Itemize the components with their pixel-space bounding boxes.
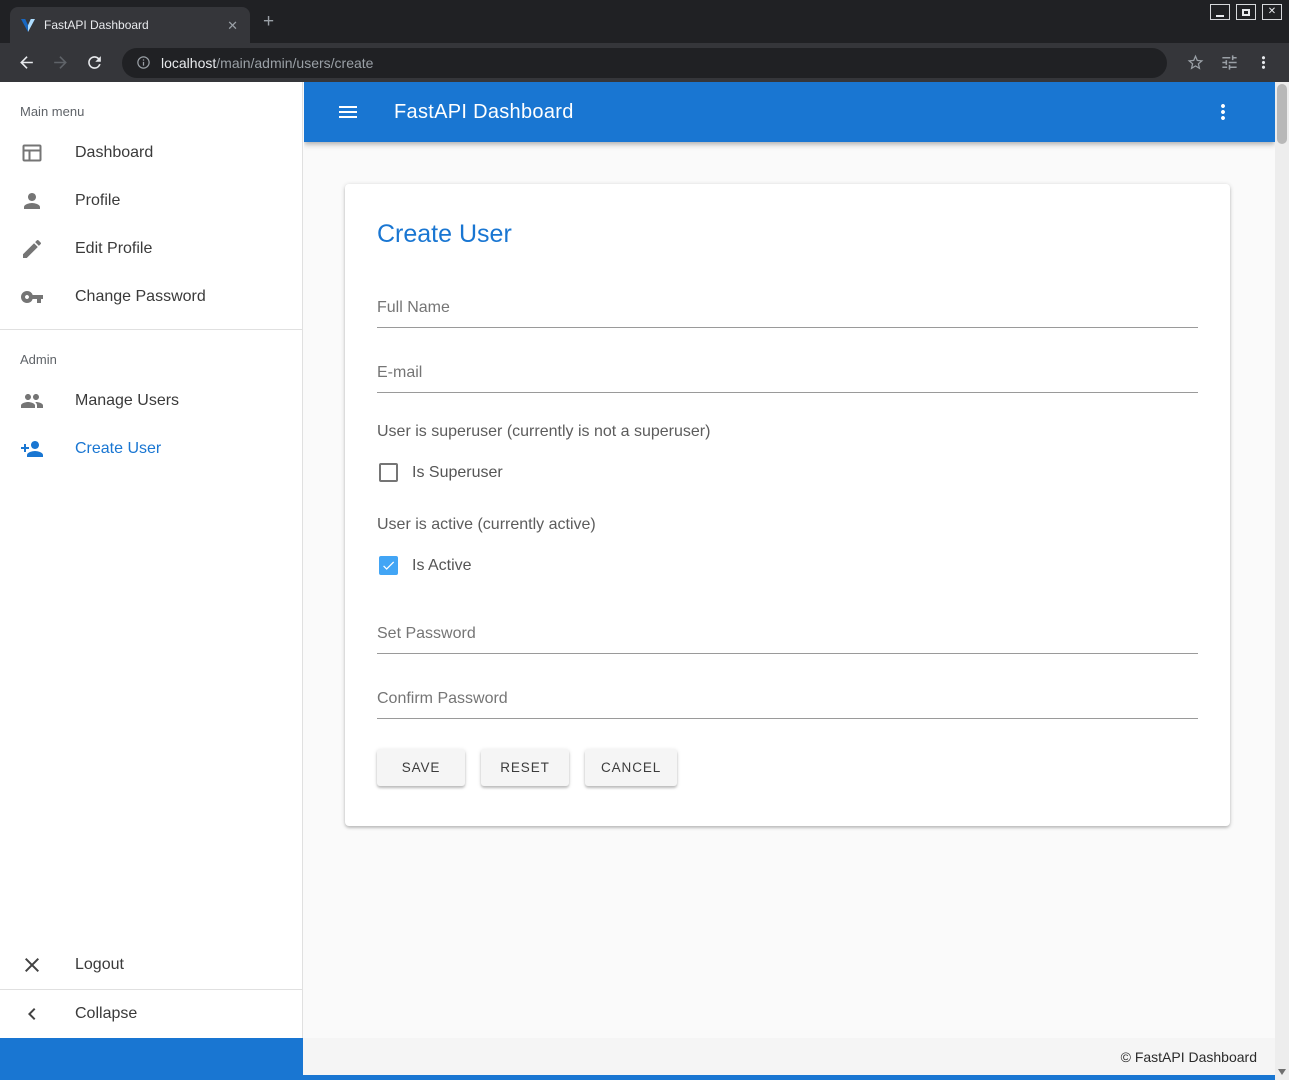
full-name-field (377, 293, 1198, 328)
sidebar-section-admin: Admin (0, 330, 302, 377)
app-bar: FastAPI Dashboard (304, 82, 1275, 142)
sidebar-section-main-menu: Main menu (0, 82, 302, 129)
email-input[interactable] (377, 358, 1198, 393)
appbar-title: FastAPI Dashboard (394, 101, 1205, 124)
browser-toolbar: localhost/main/admin/users/create (0, 43, 1289, 82)
kebab-menu-icon (1254, 53, 1273, 72)
main-area: FastAPI Dashboard Create User User is su… (304, 82, 1275, 1038)
extension-button[interactable] (1215, 49, 1243, 77)
url-path: /main/admin/users/create (216, 55, 373, 71)
url-host: localhost (161, 55, 216, 71)
sidebar-item-profile[interactable]: Profile (0, 177, 302, 225)
sidebar-item-label: Change Password (75, 288, 206, 306)
browser-titlebar: FastAPI Dashboard ✕ + ✕ (0, 0, 1289, 43)
set-password-input[interactable] (377, 619, 1198, 654)
back-button[interactable] (12, 49, 40, 77)
save-button[interactable]: SAVE (377, 749, 465, 786)
email-field (377, 358, 1198, 393)
superuser-hint: User is superuser (currently is not a su… (377, 423, 1198, 441)
sidebar-item-label: Edit Profile (75, 240, 152, 258)
page-content: Main menu Dashboard Profile Edit Profile… (0, 82, 1289, 1080)
confirm-password-field (377, 684, 1198, 719)
sidebar-item-manage-users[interactable]: Manage Users (0, 377, 302, 425)
vuetify-logo-icon (20, 17, 36, 33)
superuser-checkbox-label: Is Superuser (412, 464, 503, 482)
footer-bar: © FastAPI Dashboard (303, 1038, 1275, 1075)
sidebar-item-collapse[interactable]: Collapse (0, 990, 302, 1038)
sidebar-item-dashboard[interactable]: Dashboard (0, 129, 302, 177)
dashboard-icon (20, 141, 44, 165)
extension-icon (1220, 53, 1239, 72)
sidebar-item-edit-profile[interactable]: Edit Profile (0, 225, 302, 273)
sidebar-item-label: Collapse (75, 1005, 137, 1023)
sidebar-item-logout[interactable]: Logout (0, 941, 302, 989)
forward-arrow-icon (51, 53, 70, 72)
window-maximize-button[interactable] (1236, 4, 1256, 20)
sidebar-item-label: Create User (75, 440, 161, 458)
sidebar-item-label: Profile (75, 192, 120, 210)
app-footer: © FastAPI Dashboard (0, 1038, 1275, 1080)
active-checkbox-label: Is Active (412, 557, 472, 575)
cancel-button[interactable]: CANCEL (585, 749, 677, 786)
people-icon (20, 389, 44, 413)
window-controls: ✕ (1210, 4, 1282, 20)
kebab-menu-icon (1211, 100, 1235, 124)
sidebar: Main menu Dashboard Profile Edit Profile… (0, 82, 303, 1038)
new-tab-button[interactable]: + (263, 12, 274, 31)
scrollbar-down-arrow-icon[interactable] (1278, 1069, 1286, 1075)
form-actions: SAVE RESET CANCEL (377, 749, 1198, 786)
sidebar-spacer (0, 473, 302, 941)
site-info-icon[interactable] (136, 55, 151, 70)
sidebar-item-change-password[interactable]: Change Password (0, 273, 302, 321)
window-minimize-button[interactable] (1210, 4, 1230, 20)
reload-icon (85, 53, 104, 72)
address-bar[interactable]: localhost/main/admin/users/create (122, 48, 1167, 78)
create-user-card: Create User User is superuser (currently… (345, 184, 1230, 826)
hamburger-icon (336, 100, 360, 124)
confirm-password-input[interactable] (377, 684, 1198, 719)
person-icon (20, 189, 44, 213)
reset-button[interactable]: RESET (481, 749, 569, 786)
tab-close-icon[interactable]: ✕ (225, 17, 240, 34)
check-icon (381, 558, 396, 573)
tab-title: FastAPI Dashboard (44, 18, 217, 32)
reload-button[interactable] (80, 49, 108, 77)
vertical-scrollbar[interactable] (1275, 82, 1289, 1080)
browser-tab[interactable]: FastAPI Dashboard ✕ (10, 7, 250, 43)
window-close-button[interactable]: ✕ (1262, 4, 1282, 20)
sidebar-item-label: Manage Users (75, 392, 179, 410)
appbar-menu-button[interactable] (1205, 94, 1241, 130)
sidebar-item-label: Logout (75, 956, 124, 974)
url-text: localhost/main/admin/users/create (161, 55, 373, 71)
bookmark-button[interactable] (1181, 49, 1209, 77)
back-arrow-icon (17, 53, 36, 72)
page-title: Create User (377, 220, 1198, 249)
person-add-icon (20, 437, 44, 461)
forward-button[interactable] (46, 49, 74, 77)
key-icon (20, 285, 44, 309)
sidebar-item-label: Dashboard (75, 144, 153, 162)
scrollbar-thumb[interactable] (1277, 84, 1287, 144)
full-name-input[interactable] (377, 293, 1198, 328)
pencil-icon (20, 237, 44, 261)
superuser-checkbox[interactable] (379, 463, 398, 482)
set-password-field (377, 619, 1198, 654)
browser-menu-button[interactable] (1249, 49, 1277, 77)
active-hint: User is active (currently active) (377, 516, 1198, 534)
hamburger-menu-button[interactable] (330, 94, 366, 130)
active-checkbox-row[interactable]: Is Active (379, 556, 1198, 575)
chevron-left-icon (20, 1002, 44, 1026)
close-icon (20, 953, 44, 977)
superuser-checkbox-row[interactable]: Is Superuser (379, 463, 1198, 482)
copyright-text: © FastAPI Dashboard (1121, 1049, 1257, 1065)
star-icon (1186, 53, 1205, 72)
active-checkbox[interactable] (379, 556, 398, 575)
sidebar-item-create-user[interactable]: Create User (0, 425, 302, 473)
